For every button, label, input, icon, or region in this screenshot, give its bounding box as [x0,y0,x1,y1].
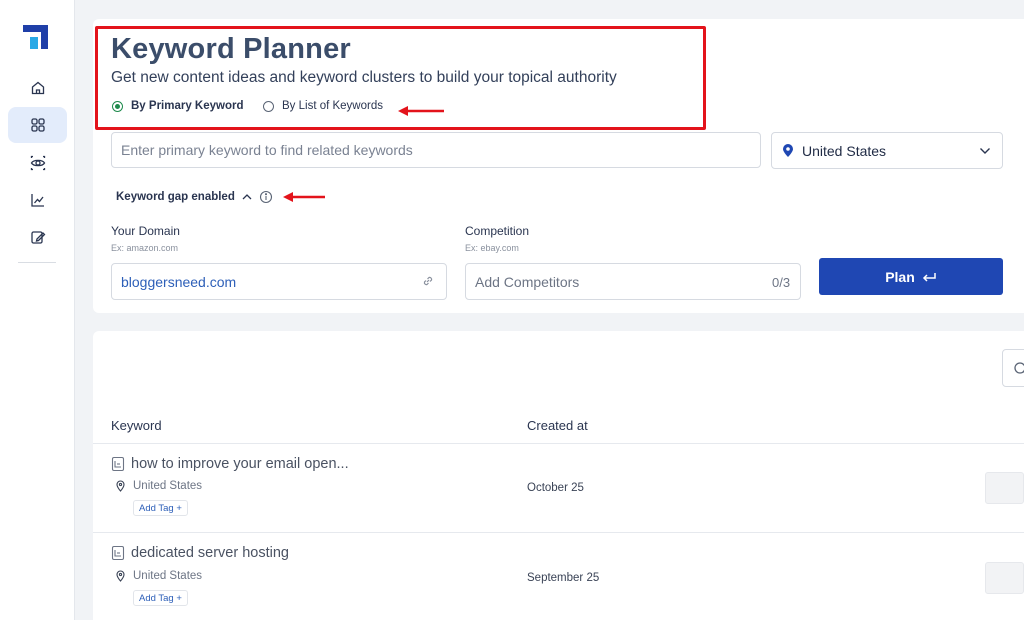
sidebar-item-monitor[interactable] [8,145,67,181]
location-pin-icon [116,480,125,492]
table-row-keyword[interactable]: dedicated server hosting [111,545,289,561]
country-selected-label: United States [802,142,887,159]
column-header-keyword: Keyword [111,418,162,433]
sidebar-item-home[interactable] [8,70,67,106]
search-icon [1014,362,1024,374]
sidebar-item-analytics[interactable] [8,182,67,218]
enter-arrow-icon [922,272,936,282]
table-row-divider [93,532,1024,533]
grid-icon [30,118,45,132]
competitors-count: 0/3 [772,275,791,290]
chevron-down-icon [980,148,990,154]
country-select[interactable]: United States [771,132,1003,169]
location-text: United States [133,480,203,492]
competition-hint: Ex: ebay.com [465,243,519,253]
chevron-up-icon [242,194,252,200]
column-header-created-at: Created at [527,418,588,433]
created-at-text: September 25 [527,572,600,584]
location-pin-icon [783,143,793,157]
created-at-text: October 25 [527,482,584,494]
edit-icon [30,231,45,244]
add-tag-button[interactable]: Add Tag + [133,590,188,606]
location-pin-icon [116,570,125,582]
add-tag-button[interactable]: Add Tag + [133,500,188,516]
annotation-arrow-icon [398,106,444,116]
sidebar [0,0,75,620]
competition-label: Competition [465,224,530,238]
sidebar-item-keyword-planner[interactable] [8,107,67,143]
table-row-keyword[interactable]: how to improve your email open... [111,456,349,472]
domain-label: Your Domain [111,224,180,238]
table-row-location: United States [116,480,202,492]
chart-icon [30,194,44,207]
annotation-arrow-icon [283,192,325,202]
row-action-button[interactable] [985,472,1024,504]
keyword-gap-label: Keyword gap enabled [116,191,235,203]
document-icon [111,545,125,561]
app-logo[interactable] [23,25,48,49]
plan-button-label: Plan [885,268,915,285]
eye-icon [30,155,45,171]
sidebar-divider [18,262,56,263]
primary-keyword-input[interactable] [111,132,761,168]
competitors-input[interactable] [465,263,801,300]
table-header-divider [93,443,1024,444]
domain-input[interactable] [111,263,447,300]
home-icon [31,81,44,95]
domain-hint: Ex: amazon.com [111,243,179,253]
sidebar-item-editor[interactable] [8,219,67,255]
table-search-button[interactable] [1002,349,1024,387]
info-icon[interactable] [259,190,273,204]
link-icon [423,276,433,286]
plan-button[interactable]: Plan [819,258,1003,295]
keyword-gap-toggle[interactable]: Keyword gap enabled [116,190,273,204]
keyword-text: how to improve your email open... [131,456,349,472]
row-action-button[interactable] [985,562,1024,594]
document-icon [111,456,125,472]
keyword-text: dedicated server hosting [131,545,289,561]
location-text: United States [133,570,203,582]
table-row-location: United States [116,570,202,582]
